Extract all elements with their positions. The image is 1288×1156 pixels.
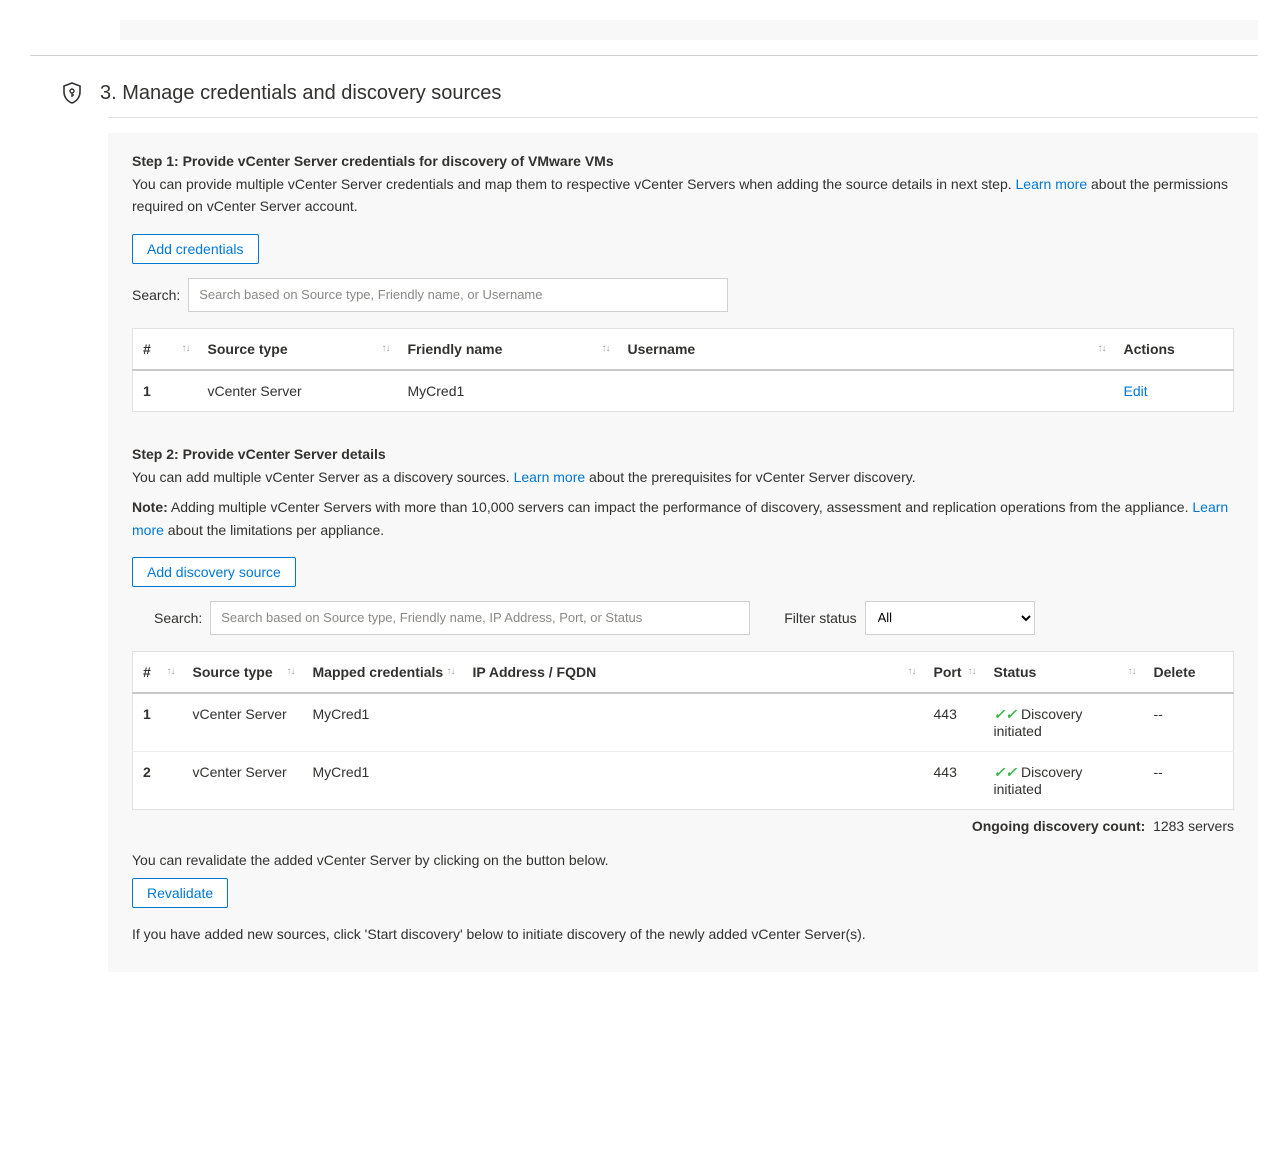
ds-col-ip[interactable]: IP Address / FQDN↑↓ <box>463 651 924 693</box>
main-panel: Step 1: Provide vCenter Server credentia… <box>108 133 1258 972</box>
revalidate-text: You can revalidate the added vCenter Ser… <box>132 852 1234 868</box>
cred-row-num: 1 <box>143 383 151 399</box>
ds-row-status: ✓✓Discovery initiated <box>984 751 1144 809</box>
step2-title: Step 2: Provide vCenter Server details <box>132 446 1234 462</box>
step1-description: You can provide multiple vCenter Server … <box>132 173 1234 218</box>
ds-row-num: 1 <box>143 706 151 722</box>
top-spacer <box>120 20 1258 40</box>
step2-desc1-pre: You can add multiple vCenter Server as a… <box>132 469 514 485</box>
step2-desc1-post: about the prerequisites for vCenter Serv… <box>585 469 915 485</box>
check-icon: ✓✓ <box>994 764 1017 780</box>
ds-col-num[interactable]: #↑↓ <box>133 651 183 693</box>
note-label: Note: <box>132 499 168 515</box>
sort-icon: ↑↓ <box>182 345 190 353</box>
ds-row-ip <box>463 693 924 752</box>
start-discovery-hint: If you have added new sources, click 'St… <box>132 926 1234 942</box>
ds-col-mapped-cred[interactable]: Mapped credentials↑↓ <box>303 651 463 693</box>
sort-icon: ↑↓ <box>167 668 175 676</box>
ds-col-source-type[interactable]: Source type↑↓ <box>183 651 303 693</box>
note-pre: Adding multiple vCenter Servers with mor… <box>168 499 1193 515</box>
page-title: 3. Manage credentials and discovery sour… <box>100 82 501 105</box>
edit-credentials-link[interactable]: Edit <box>1124 383 1148 399</box>
table-row: 1 vCenter Server MyCred1 443 ✓✓Discovery… <box>133 693 1234 752</box>
cred-col-username[interactable]: Username↑↓ <box>618 328 1114 370</box>
ds-col-status[interactable]: Status↑↓ <box>984 651 1144 693</box>
ds-row-num: 2 <box>143 764 151 780</box>
step1-search-label: Search: <box>132 287 180 303</box>
shield-key-icon <box>60 81 84 105</box>
ds-row-status: ✓✓Discovery initiated <box>984 693 1144 752</box>
ds-row-mapped: MyCred1 <box>303 693 463 752</box>
ds-row-delete: -- <box>1144 693 1234 752</box>
add-credentials-button[interactable]: Add credentials <box>132 234 259 264</box>
cred-col-actions: Actions <box>1114 328 1234 370</box>
filter-status-label: Filter status <box>784 610 856 626</box>
ds-row-port: 443 <box>924 751 984 809</box>
top-divider <box>30 55 1258 56</box>
step2-search-input[interactable] <box>210 601 750 635</box>
sort-icon: ↑↓ <box>908 668 916 676</box>
ds-row-delete: -- <box>1144 751 1234 809</box>
table-row: 2 vCenter Server MyCred1 443 ✓✓Discovery… <box>133 751 1234 809</box>
cred-row-friendly-name: MyCred1 <box>398 370 618 412</box>
ds-row-source-type: vCenter Server <box>183 751 303 809</box>
revalidate-button[interactable]: Revalidate <box>132 878 228 908</box>
note-post: about the limitations per appliance. <box>164 522 384 538</box>
sort-icon: ↑↓ <box>1128 668 1136 676</box>
ds-row-source-type: vCenter Server <box>183 693 303 752</box>
add-discovery-source-button[interactable]: Add discovery source <box>132 557 296 587</box>
credentials-table: #↑↓ Source type↑↓ Friendly name↑↓ Userna… <box>132 328 1234 412</box>
sort-icon: ↑↓ <box>968 668 976 676</box>
step2-search-label: Search: <box>154 610 202 626</box>
ongoing-discovery-count: Ongoing discovery count: 1283 servers <box>132 818 1234 834</box>
table-row: 1 vCenter Server MyCred1 Edit <box>133 370 1234 412</box>
step1-desc-pre: You can provide multiple vCenter Server … <box>132 176 1016 192</box>
sort-icon: ↑↓ <box>287 668 295 676</box>
cred-row-source-type: vCenter Server <box>198 370 398 412</box>
ds-col-delete: Delete <box>1144 651 1234 693</box>
cred-col-friendly-name[interactable]: Friendly name↑↓ <box>398 328 618 370</box>
filter-status-select[interactable]: All <box>865 601 1035 635</box>
step1-learn-more-link[interactable]: Learn more <box>1016 176 1088 192</box>
sort-icon: ↑↓ <box>1098 345 1106 353</box>
ds-row-port: 443 <box>924 693 984 752</box>
sort-icon: ↑↓ <box>382 345 390 353</box>
step1-search-input[interactable] <box>188 278 728 312</box>
sort-icon: ↑↓ <box>602 345 610 353</box>
heading-divider <box>108 117 1258 118</box>
step2-description: You can add multiple vCenter Server as a… <box>132 466 1234 488</box>
sort-icon: ↑↓ <box>447 668 455 676</box>
discovery-sources-table: #↑↓ Source type↑↓ Mapped credentials↑↓ I… <box>132 651 1234 810</box>
cred-col-num[interactable]: #↑↓ <box>133 328 198 370</box>
ds-row-mapped: MyCred1 <box>303 751 463 809</box>
step2-note: Note: Adding multiple vCenter Servers wi… <box>132 496 1234 541</box>
ds-row-ip <box>463 751 924 809</box>
step2-learn-more-link-1[interactable]: Learn more <box>514 469 586 485</box>
step1-title: Step 1: Provide vCenter Server credentia… <box>132 153 1234 169</box>
ds-col-port[interactable]: Port↑↓ <box>924 651 984 693</box>
check-icon: ✓✓ <box>994 706 1017 722</box>
cred-col-source-type[interactable]: Source type↑↓ <box>198 328 398 370</box>
cred-row-username <box>618 370 1114 412</box>
